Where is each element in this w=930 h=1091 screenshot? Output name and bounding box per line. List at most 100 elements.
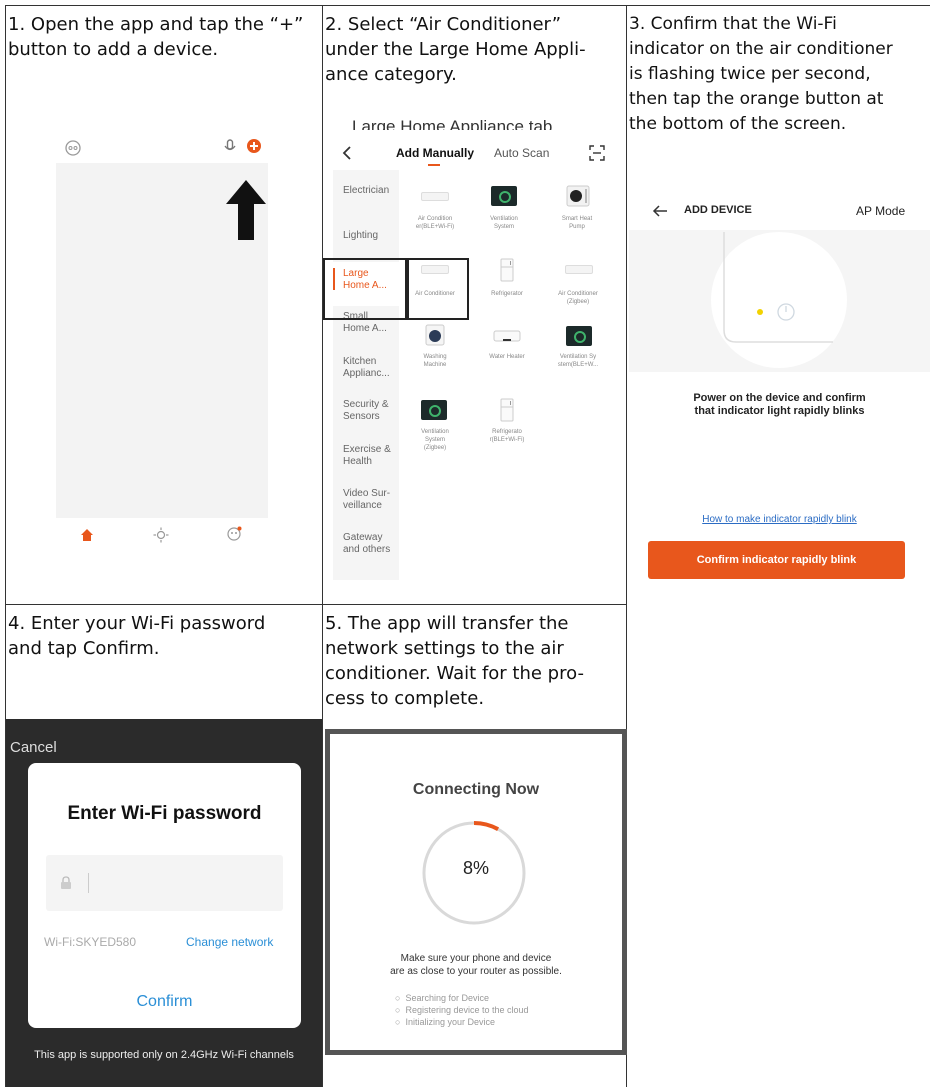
tab-auto-scan[interactable]: Auto Scan xyxy=(494,146,549,160)
lock-icon xyxy=(61,876,71,889)
device-water-heater[interactable]: Water Heater xyxy=(479,353,535,361)
device-illustration-bg xyxy=(629,230,930,372)
category-label: Lighting xyxy=(343,230,379,241)
add-device-title: ADD DEVICE xyxy=(684,204,752,216)
refrigerator-icon xyxy=(500,258,514,282)
category-gateway[interactable]: Gateway and others xyxy=(343,532,390,556)
confirm-button[interactable]: Confirm xyxy=(28,993,301,1011)
wifi-password-dialog: Enter Wi-Fi password Wi-Fi:SKYED580 Chan… xyxy=(28,763,301,1028)
category-electrician[interactable]: Electrician xyxy=(343,185,389,197)
progress-percent: 8% xyxy=(462,858,489,878)
step4-caption: 4. Enter your Wi-Fi password and tap Con… xyxy=(8,611,265,661)
water-heater-icon xyxy=(493,330,521,342)
tab-auto-scan-label: Auto Scan xyxy=(494,146,550,160)
step4-caption-line: and tap Confirm. xyxy=(8,638,160,659)
category-label: Gateway and others xyxy=(343,532,391,555)
step4-caption-line: 4. Enter your Wi-Fi password xyxy=(8,613,266,634)
step3-caption-line: is flashing twice per second, xyxy=(629,64,871,84)
device-ventilation-system-ble-wifi[interactable]: Ventilation Sy stem(BLE+W... xyxy=(550,353,606,369)
step2-caption-line: 2. Select “Air Conditioner” xyxy=(325,14,562,35)
me-tab-icon[interactable] xyxy=(226,526,242,542)
device-smart-heat-pump[interactable]: Smart Heat Pump xyxy=(549,215,605,231)
instruction-line: that indicator light rapidly blinks xyxy=(694,405,865,417)
scene-tab-icon[interactable] xyxy=(153,527,169,543)
bullet-icon: ○ xyxy=(395,993,401,1003)
device-ventilation-system[interactable]: Ventilation System xyxy=(476,215,532,231)
device-air-conditioner-zigbee[interactable]: Air Conditioner (Zigbee) xyxy=(550,290,606,306)
connection-step: ○ Searching for Device xyxy=(395,992,529,1004)
grid-line-col1 xyxy=(322,5,323,1087)
how-to-blink-link[interactable]: How to make indicator rapidly blink xyxy=(629,514,930,525)
step3-caption: 3. Confirm that the Wi-Fi indicator on t… xyxy=(629,12,893,137)
back-icon[interactable] xyxy=(341,145,353,161)
connection-step: ○ Registering device to the cloud xyxy=(395,1004,529,1016)
confirm-indicator-label: Confirm indicator rapidly blink xyxy=(696,554,857,566)
highlight-air-conditioner xyxy=(407,258,469,320)
proximity-note: Make sure your phone and device are as c… xyxy=(330,952,622,978)
text-cursor xyxy=(88,873,89,893)
back-arrow-icon[interactable] xyxy=(652,204,668,218)
change-network-link[interactable]: Change network xyxy=(186,935,273,949)
device-washing-machine[interactable]: Washing Machine xyxy=(407,353,463,369)
heat-pump-icon xyxy=(566,185,590,207)
category-security-sensors[interactable]: Security & Sensors xyxy=(343,399,389,423)
step5-caption: 5. The app will transfer the network set… xyxy=(325,611,584,711)
category-label: Kitchen Applianc... xyxy=(343,356,390,379)
power-on-instruction: Power on the device and confirm that ind… xyxy=(629,392,930,418)
air-conditioner-zigbee-icon xyxy=(565,265,593,274)
step2-clipped-heading: Large Home Appliance tab. xyxy=(352,117,558,130)
device-air-conditioner-ble-wifi[interactable]: Air Condition er(BLE+Wi-Fi) xyxy=(407,215,463,231)
home-tab-icon[interactable] xyxy=(80,528,94,542)
step1-caption-line: button to add a device. xyxy=(8,39,219,60)
tab-active-indicator xyxy=(428,164,440,166)
bullet-icon: ○ xyxy=(395,1017,401,1027)
device-refrigerator-ble-wifi[interactable]: Refrigerato r(BLE+Wi-Fi) xyxy=(479,428,535,444)
profile-icon xyxy=(65,140,81,156)
device-panel-illustration xyxy=(711,232,847,368)
connection-step-label: Searching for Device xyxy=(405,993,489,1003)
category-video-surveillance[interactable]: Video Sur- veillance xyxy=(343,488,390,512)
step1-home-screen xyxy=(56,133,268,553)
wifi-network-name: Wi-Fi:SKYED580 xyxy=(44,935,137,949)
category-label: Video Sur- veillance xyxy=(343,488,391,511)
confirm-indicator-button[interactable]: Confirm indicator rapidly blink xyxy=(648,541,905,579)
cancel-button[interactable]: Cancel xyxy=(10,739,57,756)
connecting-screen: Connecting Now 8% Make sure your phone a… xyxy=(325,729,627,1055)
step3-caption-line: 3. Confirm that the Wi-Fi xyxy=(629,14,837,34)
arrow-up-icon xyxy=(226,180,266,240)
step2-caption-line: under the Large Home Appli- xyxy=(325,39,586,60)
connection-step: ○ Initializing your Device xyxy=(395,1016,529,1028)
add-device-icon[interactable] xyxy=(246,138,262,154)
connection-step-label: Initializing your Device xyxy=(405,1017,495,1027)
ventilation-system-zigbee-icon xyxy=(421,400,447,420)
step2-caption-line: ance category. xyxy=(325,64,457,85)
tab-add-manually-label: Add Manually xyxy=(396,146,475,160)
step3-caption-line: indicator on the air conditioner xyxy=(629,39,893,59)
category-lighting[interactable]: Lighting xyxy=(343,230,378,242)
ap-mode-button[interactable]: AP Mode xyxy=(856,204,905,218)
step5-caption-line: cess to complete. xyxy=(325,688,485,709)
category-label: Electrician xyxy=(343,185,390,196)
refrigerator-ble-icon xyxy=(500,398,514,422)
step2-caption: 2. Select “Air Conditioner” under the La… xyxy=(325,12,586,87)
step5-caption-line: network settings to the air xyxy=(325,638,564,659)
dialog-title: Enter Wi-Fi password xyxy=(67,803,262,824)
tab-add-manually[interactable]: Add Manually xyxy=(396,146,474,160)
category-kitchen-appliance[interactable]: Kitchen Applianc... xyxy=(343,356,390,380)
step5-caption-line: conditioner. Wait for the pro- xyxy=(325,663,584,684)
step1-caption-line: 1. Open the app and tap the “+” xyxy=(8,14,304,35)
device-refrigerator[interactable]: Refrigerator xyxy=(479,290,535,298)
note-line: are as close to your router as possible. xyxy=(390,966,562,977)
bullet-icon: ○ xyxy=(395,1005,401,1015)
note-line: Make sure your phone and device xyxy=(400,953,552,964)
ventilation-system-ble-icon xyxy=(566,326,592,346)
scan-icon[interactable] xyxy=(589,145,605,161)
device-ventilation-system-zigbee[interactable]: Ventilation System (Zigbee) xyxy=(407,428,463,452)
password-input[interactable] xyxy=(46,855,283,911)
step5-caption-line: 5. The app will transfer the xyxy=(325,613,569,634)
connection-step-label: Registering device to the cloud xyxy=(405,1005,529,1015)
category-exercise-health[interactable]: Exercise & Health xyxy=(343,444,391,468)
microphone-icon[interactable] xyxy=(223,139,237,155)
grid-line-middle xyxy=(5,604,627,605)
step3-caption-line: then tap the orange button at xyxy=(629,89,884,109)
